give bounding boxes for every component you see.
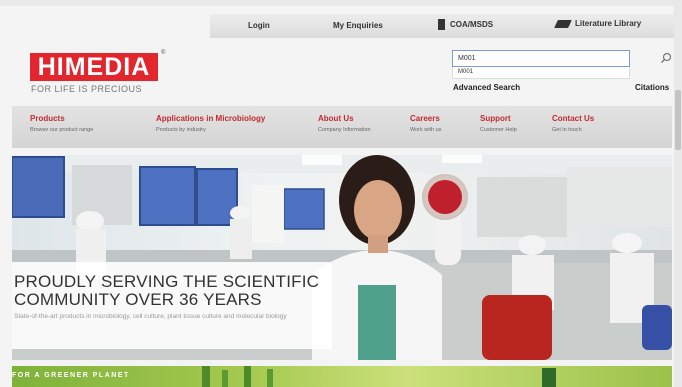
nav-title: Careers [410, 114, 440, 123]
literature-library-link[interactable]: Literature Library [554, 19, 642, 28]
nav-subtitle: Products by industry [156, 127, 206, 133]
literature-library-label: Literature Library [575, 19, 642, 28]
nav-item-contact[interactable]: Contact Us Get in touch [552, 114, 594, 133]
tagline: FOR LIFE IS PRECIOUS [31, 84, 143, 94]
page-scrollbar[interactable] [674, 0, 682, 387]
nav-subtitle: Company Information [318, 127, 371, 133]
document-icon [438, 19, 445, 30]
login-link[interactable]: Login [248, 21, 270, 30]
hero-banner[interactable] [12, 155, 672, 360]
nav-title: Applications in Microbiology [156, 114, 266, 123]
search-input[interactable] [452, 50, 630, 67]
nav-subtitle: Browse our product range [30, 127, 94, 133]
nav-title: Support [480, 114, 511, 123]
nav-item-careers[interactable]: Careers Work with us [410, 114, 441, 133]
logo-text: HIMEDIA [37, 52, 151, 81]
scrollbar-thumb[interactable] [675, 90, 681, 150]
nav-item-support[interactable]: Support Customer Help [480, 114, 517, 133]
search-suggestion[interactable]: M001 [452, 67, 630, 79]
advanced-search-link[interactable]: Advanced Search [453, 83, 520, 92]
nav-title: Contact Us [552, 114, 595, 123]
my-enquiries-link[interactable]: My Enquiries [333, 21, 383, 30]
hero-subtext: State-of-the-art products in microbiolog… [14, 313, 287, 320]
nav-title: About Us [318, 114, 354, 123]
nav-item-products[interactable]: Products Browse our product range [30, 114, 93, 133]
coa-msds-link[interactable]: COA/MSDS [438, 19, 493, 30]
search-icon[interactable] [660, 52, 672, 64]
utility-bar: Login My Enquiries COA/MSDS Literature L… [210, 14, 674, 38]
himedia-logo[interactable]: HIMEDIA [30, 53, 158, 81]
top-border [0, 0, 682, 6]
nav-item-applications[interactable]: Applications in Microbiology Products by… [156, 114, 265, 133]
nav-subtitle: Get in touch [552, 127, 582, 133]
green-banner-label: FOR A GREENER PLANET [12, 372, 130, 379]
nav-subtitle: Work with us [410, 127, 442, 133]
citations-link[interactable]: Citations [635, 83, 669, 92]
main-nav: Products Browse our product range Applic… [12, 106, 672, 148]
coa-msds-label: COA/MSDS [450, 20, 494, 29]
nav-title: Products [30, 114, 65, 123]
book-icon [554, 19, 572, 28]
page: Login My Enquiries COA/MSDS Literature L… [0, 0, 682, 387]
nav-subtitle: Customer Help [480, 127, 517, 133]
hero-headline: PROUDLY SERVING THE SCIENTIFIC COMMUNITY… [14, 272, 320, 309]
registered-mark: ® [161, 50, 166, 56]
nav-item-about[interactable]: About Us Company Information [318, 114, 371, 133]
